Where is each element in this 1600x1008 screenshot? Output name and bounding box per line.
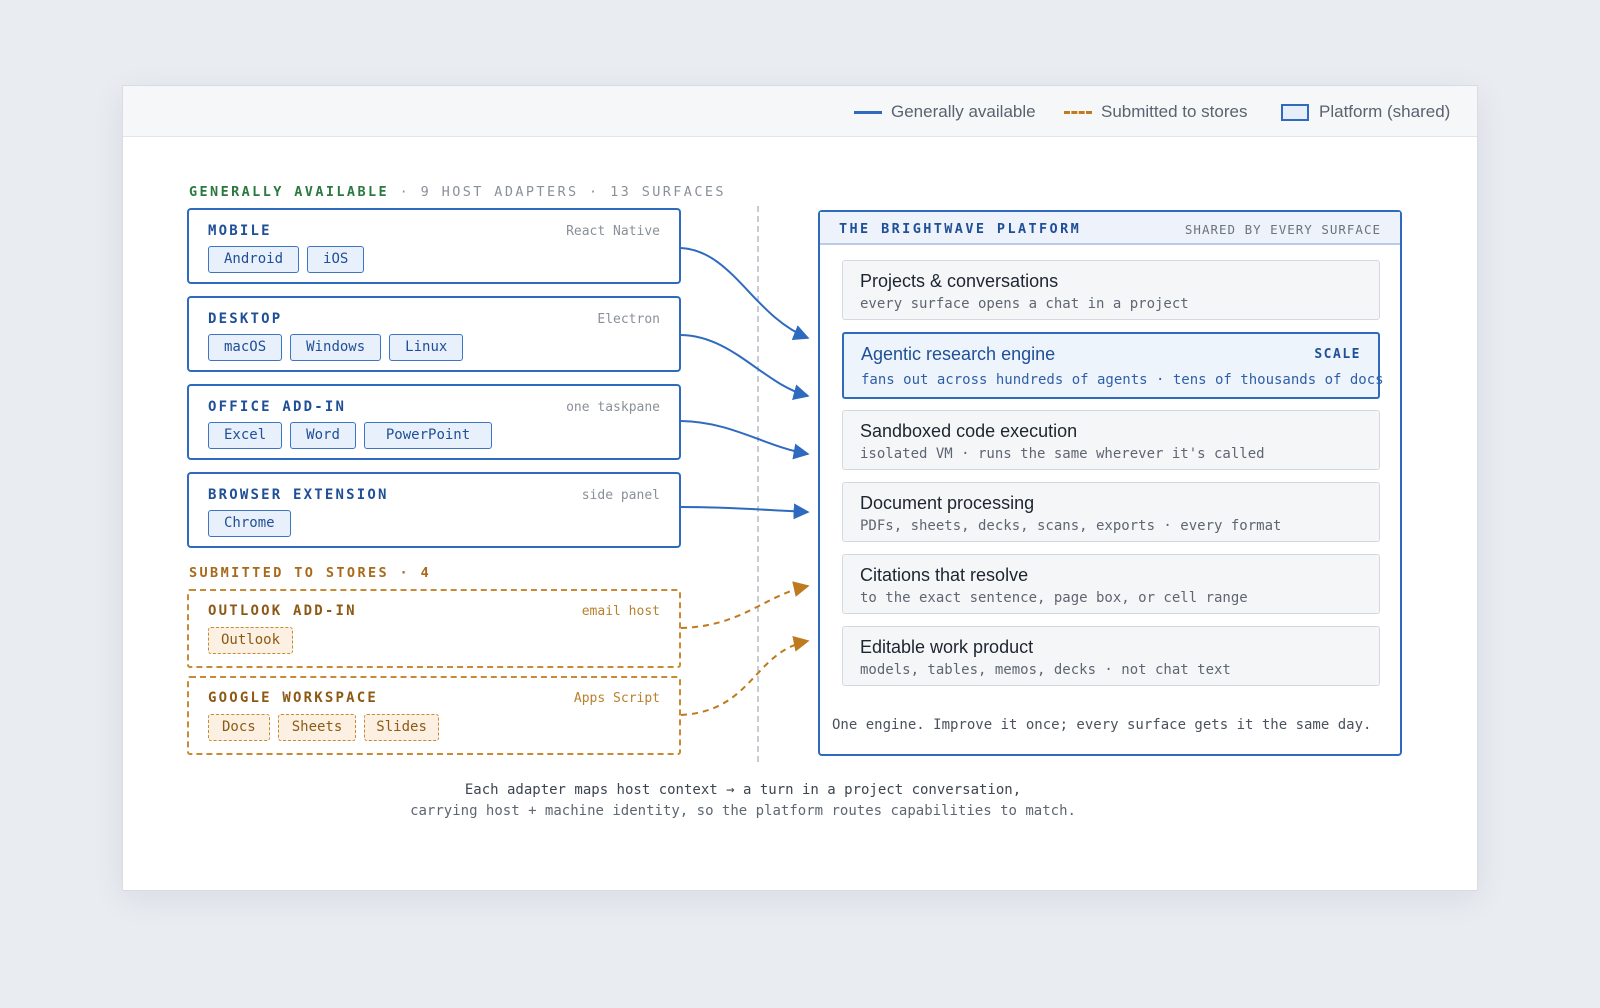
platform-subtitle: SHARED BY EVERY SURFACE xyxy=(1184,222,1381,237)
capability-title: Sandboxed code execution xyxy=(860,421,1078,441)
diagram-card: Generally available Submitted to stores … xyxy=(122,85,1478,891)
capability-desc: every surface opens a chat in a project xyxy=(860,296,1189,312)
arrow-outlook xyxy=(680,581,810,629)
caption-line-2: carrying host + machine identity, so the… xyxy=(410,803,1076,819)
capability-desc: PDFs, sheets, decks, scans, exports · ev… xyxy=(860,518,1282,534)
arrow-mobile xyxy=(680,247,810,341)
arrow-google xyxy=(680,635,810,716)
capability-projects: Projects & conversations every surface o… xyxy=(842,260,1380,320)
arrow-office xyxy=(680,420,810,460)
capability-desc: isolated VM · runs the same wherever it'… xyxy=(860,446,1265,462)
capability-work-product: Editable work product models, tables, me… xyxy=(842,626,1380,686)
arrow-browser xyxy=(680,503,810,520)
capability-sandbox: Sandboxed code execution isolated VM · r… xyxy=(842,410,1380,470)
capability-desc: fans out across hundreds of agents · ten… xyxy=(861,372,1384,388)
capability-title: Citations that resolve xyxy=(860,565,1029,585)
capability-title: Agentic research engine xyxy=(861,344,1056,364)
capability-research-engine: Agentic research engine SCALE fans out a… xyxy=(842,332,1384,399)
capability-citations: Citations that resolve to the exact sent… xyxy=(842,554,1380,614)
capability-desc: to the exact sentence, page box, or cell… xyxy=(860,590,1248,606)
platform-header: THE BRIGHTWAVE PLATFORM SHARED BY EVERY … xyxy=(820,212,1400,245)
platform-footer: One engine. Improve it once; every surfa… xyxy=(832,717,1372,733)
capability-desc: models, tables, memos, decks · not chat … xyxy=(860,662,1231,678)
capability-title: Editable work product xyxy=(860,637,1034,657)
platform-box: THE BRIGHTWAVE PLATFORM SHARED BY EVERY … xyxy=(818,210,1402,756)
scale-badge: SCALE xyxy=(1314,347,1361,362)
platform-title: THE BRIGHTWAVE PLATFORM xyxy=(839,221,1082,237)
capability-title: Document processing xyxy=(860,493,1035,513)
arrow-desktop xyxy=(680,334,810,401)
capability-document-processing: Document processing PDFs, sheets, decks,… xyxy=(842,482,1380,542)
capability-title: Projects & conversations xyxy=(860,271,1059,291)
caption-line-1: Each adapter maps host context → a turn … xyxy=(464,782,1022,798)
